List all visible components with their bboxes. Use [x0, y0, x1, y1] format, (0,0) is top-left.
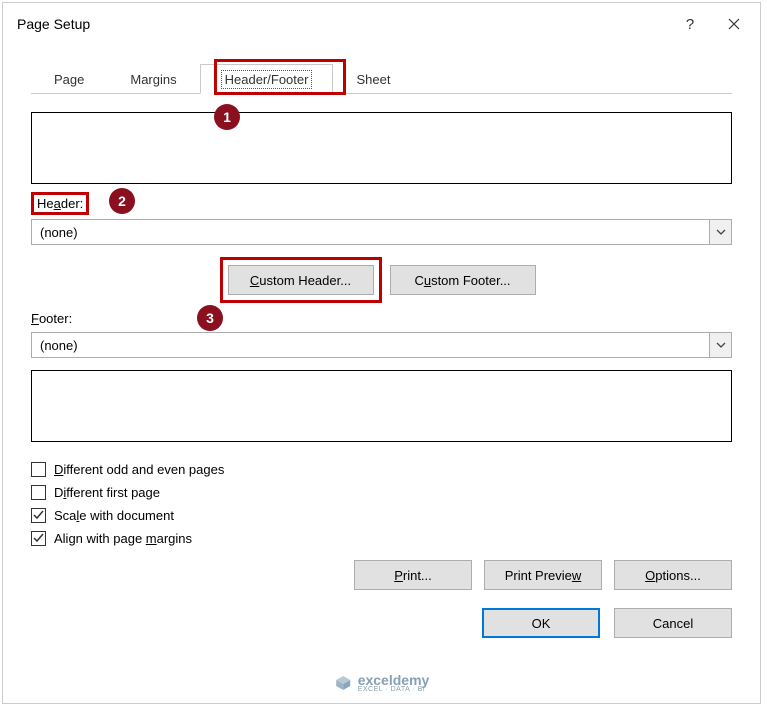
titlebar: Page Setup ?: [3, 3, 760, 45]
checkbox-label: Different odd and even pages: [54, 462, 224, 477]
annotation-highlight-header-label: Header:: [31, 192, 89, 215]
footer-dropdown-button[interactable]: [709, 333, 731, 357]
checkbox-align-margins[interactable]: Align with page margins: [31, 531, 732, 546]
ok-button[interactable]: OK: [482, 608, 600, 638]
tab-margins[interactable]: Margins: [107, 64, 199, 94]
checkbox-diff-first-page[interactable]: Different first page: [31, 485, 732, 500]
header-dropdown-value: (none): [32, 225, 709, 240]
watermark-logo: exceldemy EXCEL · DATA · BI: [334, 672, 430, 693]
tab-sheet[interactable]: Sheet: [333, 64, 413, 94]
cancel-button[interactable]: Cancel: [614, 608, 732, 638]
footer-label: Footer:: [31, 311, 732, 326]
tab-header-footer[interactable]: Header/Footer: [200, 64, 334, 94]
footer-dropdown-value: (none): [32, 338, 709, 353]
tab-page[interactable]: Page: [31, 64, 107, 94]
annotation-badge-1: 1: [214, 104, 240, 130]
options-button[interactable]: Options...: [614, 560, 732, 590]
checkmark-icon: [33, 533, 44, 544]
checkbox-diff-odd-even[interactable]: Different odd and even pages: [31, 462, 732, 477]
checkbox-box: [31, 531, 46, 546]
tab-strip: Page Margins Header/Footer Sheet: [31, 63, 732, 94]
checkbox-label: Align with page margins: [54, 531, 192, 546]
footer-dropdown[interactable]: (none): [31, 332, 732, 358]
annotation-badge-3: 3: [197, 305, 223, 331]
dialog-title: Page Setup: [17, 16, 668, 32]
header-preview: [31, 112, 732, 184]
chevron-down-icon: [716, 229, 726, 235]
print-button[interactable]: Print...: [354, 560, 472, 590]
print-preview-button[interactable]: Print Preview: [484, 560, 602, 590]
custom-header-button[interactable]: Custom Header...: [228, 265, 374, 295]
page-setup-dialog: Page Setup ? Page Margins Header/Footer …: [2, 2, 761, 704]
footer-preview: [31, 370, 732, 442]
dialog-footer: OK Cancel: [3, 590, 760, 656]
cube-icon: [334, 674, 352, 692]
help-button[interactable]: ?: [668, 4, 712, 44]
checkbox-box: [31, 508, 46, 523]
checkbox-label: Different first page: [54, 485, 160, 500]
close-button[interactable]: [712, 4, 756, 44]
custom-footer-button[interactable]: Custom Footer...: [390, 265, 536, 295]
header-label: Header:: [37, 196, 83, 211]
header-dropdown-button[interactable]: [709, 220, 731, 244]
checkmark-icon: [33, 510, 44, 521]
checkbox-scale-with-document[interactable]: Scale with document: [31, 508, 732, 523]
action-buttons-row: Print... Print Preview Options...: [31, 560, 732, 590]
checkbox-box: [31, 485, 46, 500]
checkbox-box: [31, 462, 46, 477]
chevron-down-icon: [716, 342, 726, 348]
annotation-badge-2: 2: [109, 188, 135, 214]
custom-buttons-row: Custom Header... Custom Footer... 3: [31, 265, 732, 295]
header-dropdown[interactable]: (none): [31, 219, 732, 245]
checkbox-label: Scale with document: [54, 508, 174, 523]
close-icon: [728, 18, 740, 30]
